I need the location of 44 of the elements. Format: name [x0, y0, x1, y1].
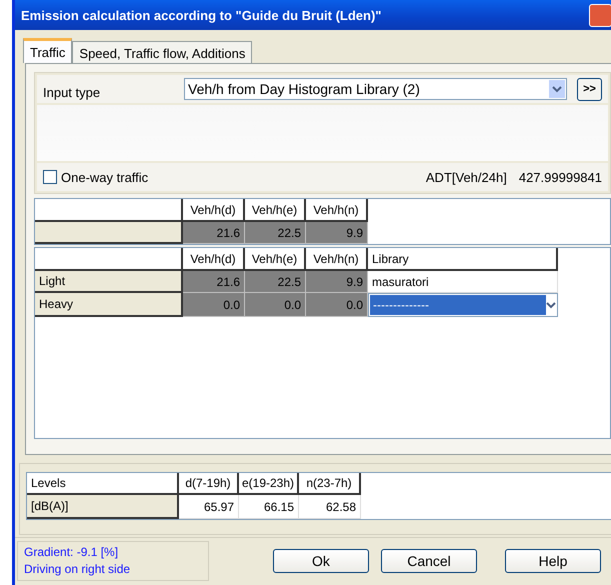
one-way-label: One-way traffic: [61, 170, 148, 184]
column-header: Veh/h(e): [245, 248, 306, 271]
dialog-button[interactable]: Help: [505, 549, 601, 573]
row-header: Heavy: [35, 293, 183, 317]
table-cell: 62.58: [299, 495, 361, 519]
column-header: Veh/h(e): [245, 199, 306, 222]
table-cell: 0.0: [245, 293, 306, 317]
column-header: Library: [368, 248, 558, 271]
adt-value: 427.99999841: [518, 170, 602, 184]
dialog-button[interactable]: Cancel: [381, 549, 477, 573]
status-text: Gradient: -9.1 [%]: [24, 544, 120, 561]
column-header: Levels: [27, 473, 179, 495]
input-type-label: Input type: [43, 84, 100, 100]
table-cell: 0.0: [183, 293, 245, 317]
row-header: [dB(A)]: [27, 495, 179, 519]
table-cell: 66.15: [239, 495, 299, 519]
row-header: Light: [35, 271, 183, 293]
tab[interactable]: Speed, Traffic flow, Additions: [72, 41, 252, 63]
column-header: Veh/h(d): [183, 199, 245, 222]
close-button[interactable]: [589, 4, 611, 27]
column-header: d(7-19h): [179, 473, 239, 495]
column-header: Veh/h(n): [306, 199, 368, 222]
window-title: Emission calculation according to "Guide du Bruit (Lden)": [21, 8, 382, 22]
table-cell: masuratori: [368, 271, 558, 293]
column-header: Veh/h(n): [306, 248, 368, 271]
column-header: e(19-23h): [239, 473, 299, 495]
dialog-button[interactable]: Ok: [273, 549, 369, 573]
table-cell: 9.9: [306, 222, 368, 244]
table-cell: 21.6: [183, 222, 245, 244]
more-button[interactable]: >>: [577, 78, 602, 100]
table-cell: 9.9: [306, 271, 368, 293]
adt-label: ADT[Veh/24h]: [426, 170, 507, 184]
status-text: Driving on right side: [24, 561, 132, 578]
one-way-checkbox[interactable]: [43, 170, 57, 184]
column-header: n(23-7h): [299, 473, 361, 495]
table-cell: 22.5: [245, 222, 306, 244]
table-cell: 22.5: [245, 271, 306, 293]
library-dropdown[interactable]: --------------: [368, 293, 558, 317]
column-header: Veh/h(d): [183, 248, 245, 271]
input-type-dropdown[interactable]: Veh/h from Day Histogram Library (2): [184, 78, 567, 100]
table-cell: 21.6: [183, 271, 245, 293]
table-cell: 65.97: [179, 495, 239, 519]
table-cell: 0.0: [306, 293, 368, 317]
tab[interactable]: Traffic: [23, 38, 72, 63]
